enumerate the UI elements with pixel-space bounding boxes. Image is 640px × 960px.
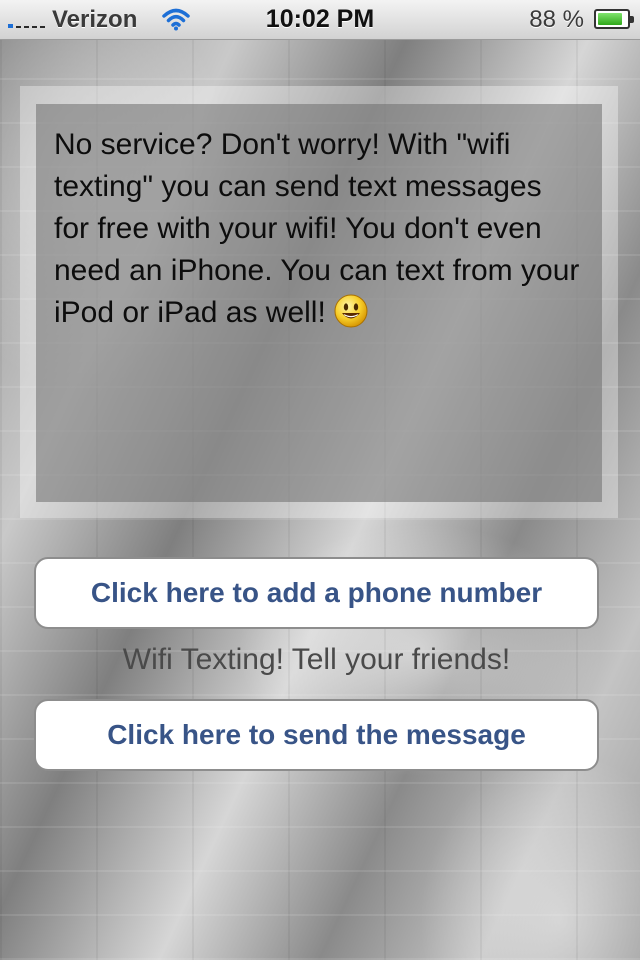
- battery-icon: [594, 9, 634, 29]
- send-message-button[interactable]: Click here to send the message: [34, 699, 599, 771]
- add-phone-number-button[interactable]: Click here to add a phone number: [34, 557, 599, 629]
- status-bar: Verizon 10:02 PM 88 %: [0, 0, 640, 40]
- message-text: No service? Don't worry! With "wifi text…: [54, 128, 580, 329]
- smiley-face-icon: [334, 294, 368, 328]
- battery-fill: [598, 13, 623, 25]
- message-text-area[interactable]: No service? Don't worry! With "wifi text…: [54, 124, 584, 334]
- message-panel-frame: No service? Don't worry! With "wifi text…: [20, 86, 618, 518]
- message-panel: No service? Don't worry! With "wifi text…: [36, 104, 602, 502]
- tagline: Wifi Texting! Tell your friends!: [122, 643, 511, 676]
- battery-percentage: 88 %: [529, 6, 584, 33]
